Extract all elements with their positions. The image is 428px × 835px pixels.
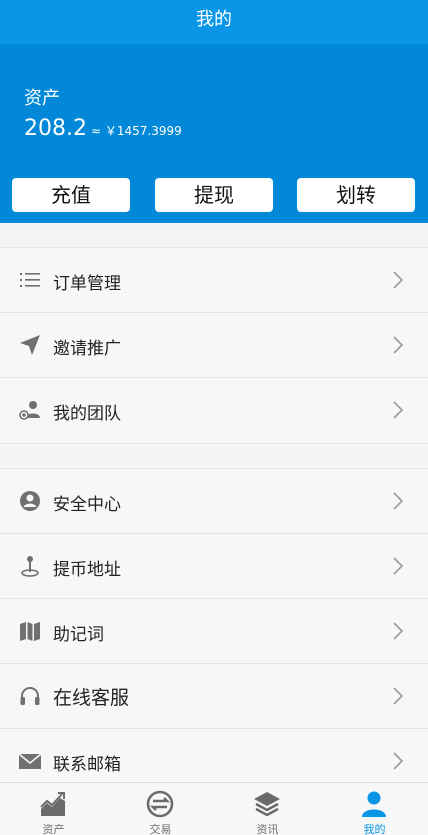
chevron-right-icon [393,557,404,575]
withdraw-button[interactable]: 提现 [155,178,273,212]
tab-trade[interactable]: 交易 [107,783,214,835]
menu-item-withdraw-address[interactable]: 提币地址 [0,534,428,599]
headset-icon [20,687,40,705]
menu-item-label: 订单管理 [53,274,121,294]
tab-label: 我的 [363,823,386,835]
transfer-button[interactable]: 划转 [297,178,415,212]
assets-approx-cny: ≈ ￥1457.3999 [90,124,182,138]
menu-item-invite[interactable]: 邀请推广 [0,313,428,378]
assets-panel: 资产 208.2 ≈ ￥1457.3999 充值 提现 划转 [0,44,428,223]
map-icon [20,622,40,641]
menu-group-orders: 订单管理 邀请推广 我的团队 [0,247,428,444]
menu-item-label: 提币地址 [53,560,121,580]
chevron-right-icon [393,336,404,354]
list-icon [20,273,40,287]
menu-item-customer-service[interactable]: 在线客服 [0,664,428,729]
location-pin-icon [21,556,39,577]
assets-value: 208.2 [24,116,87,141]
layers-icon [254,792,280,817]
assets-label: 资产 [24,88,60,109]
tab-assets[interactable]: 资产 [0,783,107,835]
tab-news[interactable]: 资讯 [214,783,321,835]
team-icon [19,401,40,420]
tab-label: 资产 [42,823,65,835]
recharge-button[interactable]: 充值 [12,178,130,212]
chevron-right-icon [393,752,404,770]
menu-group-settings: 安全中心 提币地址 助记词 在线客服 联系邮箱 [0,468,428,795]
menu-item-label: 安全中心 [53,495,121,515]
chevron-right-icon [393,492,404,510]
user-icon [362,791,386,817]
chevron-right-icon [393,687,404,705]
page-title: 我的 [196,9,232,30]
paper-plane-icon [20,335,40,355]
menu-item-label: 在线客服 [53,687,130,709]
menu-item-security[interactable]: 安全中心 [0,469,428,534]
page-title-bar: 我的 [0,0,428,44]
tab-mine[interactable]: 我的 [321,783,428,835]
envelope-icon [18,753,42,769]
assets-amount: 208.2 ≈ ￥1457.3999 [24,116,182,141]
chart-icon [40,792,65,816]
tab-label: 交易 [149,823,172,835]
menu-item-mnemonic[interactable]: 助记词 [0,599,428,664]
chevron-right-icon [393,271,404,289]
menu-item-team[interactable]: 我的团队 [0,378,428,443]
menu-item-label: 邀请推广 [53,339,121,359]
user-circle-icon [20,491,40,511]
chevron-right-icon [393,401,404,419]
exchange-icon [146,790,174,818]
chevron-right-icon [393,622,404,640]
menu-item-label: 我的团队 [53,404,121,424]
bottom-tab-bar: 资产 交易 资讯 我的 [0,782,428,835]
menu-item-label: 助记词 [53,625,104,645]
menu-item-orders[interactable]: 订单管理 [0,248,428,313]
menu-item-label: 联系邮箱 [53,755,121,775]
tab-label: 资讯 [256,823,279,835]
